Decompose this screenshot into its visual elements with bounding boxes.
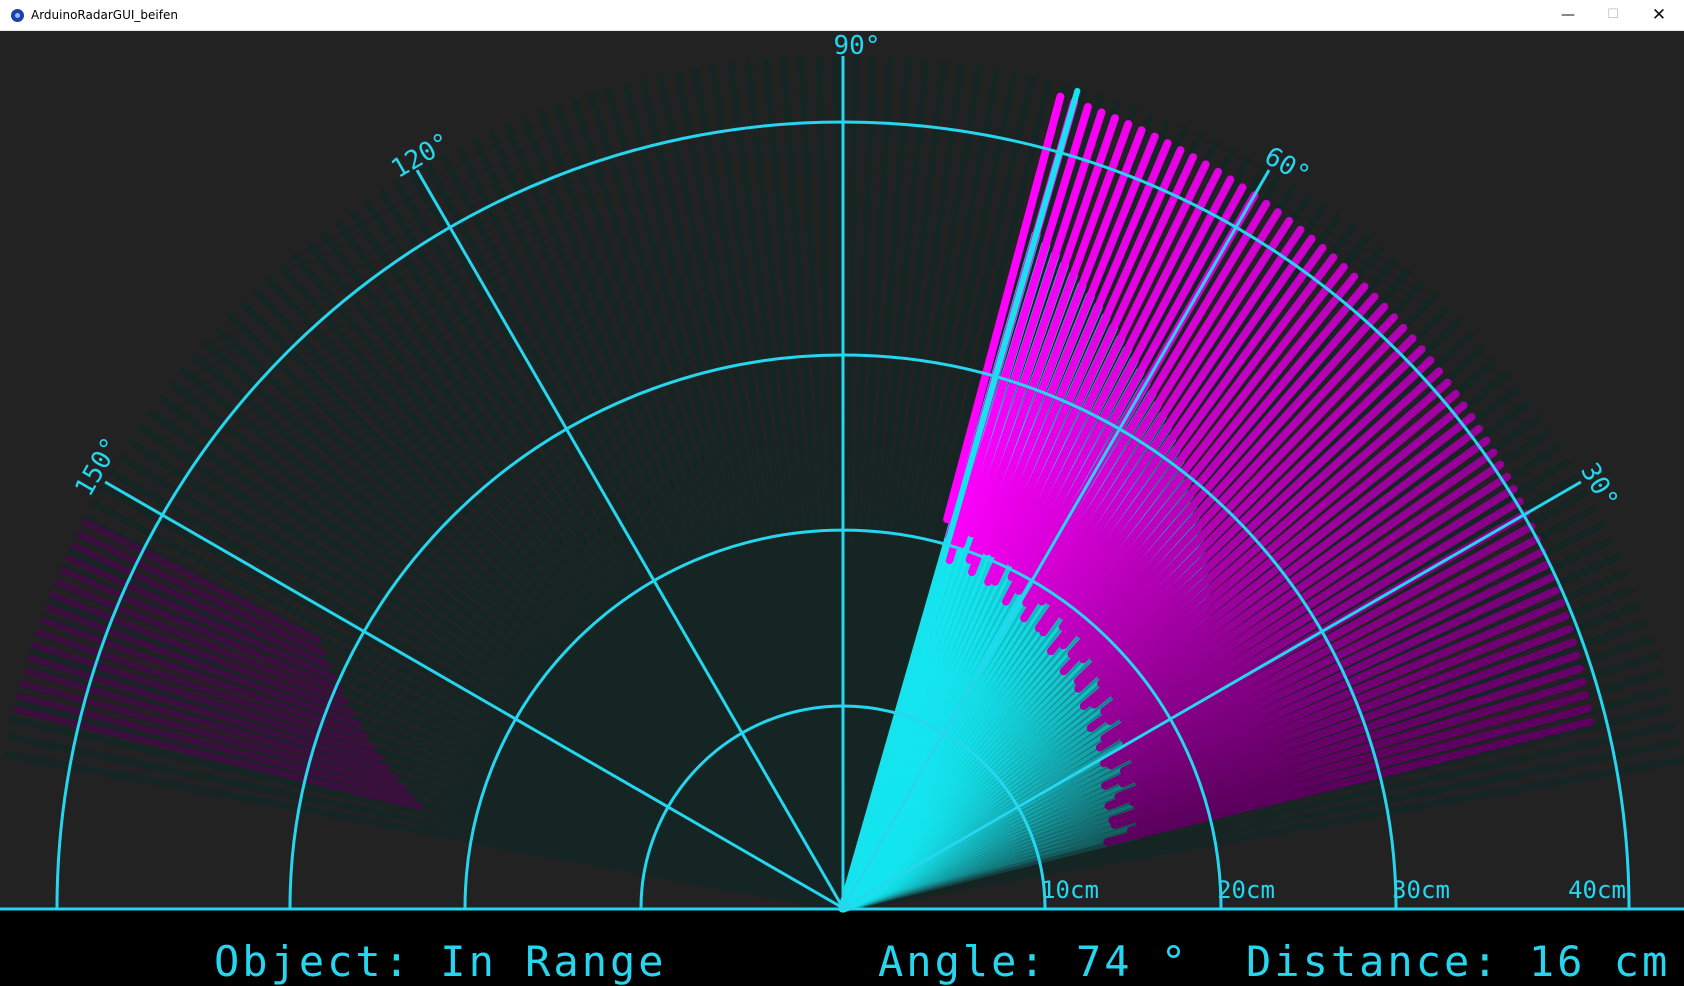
close-button[interactable]: ✕ — [1636, 0, 1682, 30]
radar-canvas: 90° 120° 60° 150° 30° 10cm 20cm 30cm 40c… — [0, 31, 1684, 986]
window-title: ArduinoRadarGUI_beifen — [31, 8, 178, 22]
range-label-40: 40cm — [1568, 876, 1626, 904]
range-label-10: 10cm — [1041, 876, 1099, 904]
radar-display: 90° 120° 60° 150° 30° 10cm 20cm 30cm 40c… — [0, 31, 1684, 977]
maximize-button[interactable]: ☐ — [1590, 0, 1636, 30]
angle-readout: Angle: 74 ° — [878, 937, 1190, 986]
angle-label-90: 90° — [834, 31, 881, 61]
app-icon — [11, 9, 24, 22]
range-label-30: 30cm — [1392, 876, 1450, 904]
distance-readout: Distance: 16 cm — [1246, 937, 1671, 986]
object-status: Object: In Range — [214, 937, 667, 986]
window-titlebar: ArduinoRadarGUI_beifen — ☐ ✕ — [0, 0, 1684, 31]
minimize-button[interactable]: — — [1545, 0, 1591, 30]
range-label-20: 20cm — [1217, 876, 1275, 904]
